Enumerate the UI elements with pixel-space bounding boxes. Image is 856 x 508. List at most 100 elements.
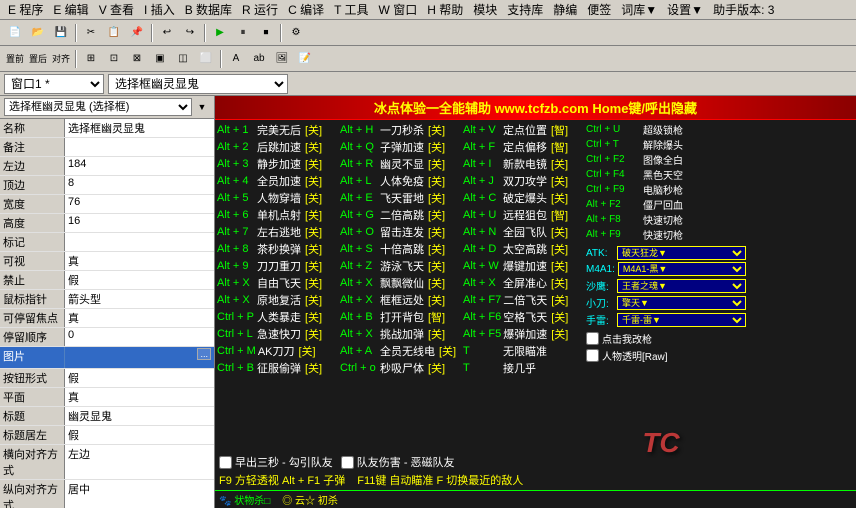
prop-value-0: 选择框幽灵显鬼	[65, 119, 214, 137]
img-browse-btn[interactable]: ...	[197, 348, 211, 360]
menu-silent[interactable]: 静编	[549, 0, 581, 19]
tb2-13[interactable]: 📝	[294, 48, 316, 70]
hotkey-row: Alt + 5人物穿墙[关]	[217, 190, 337, 206]
copy-button[interactable]: 📋	[103, 22, 125, 44]
menu-tag[interactable]: 便签	[583, 0, 615, 19]
prop-label-18: 纵向对齐方式	[0, 480, 65, 508]
tb2-3[interactable]: 对齐	[50, 48, 72, 70]
prop-label-3: 顶边	[0, 176, 65, 194]
side-label-row-0: ATK:破天狂龙▼	[586, 246, 746, 260]
toolbar-1: 📄 📂 💾 ✂ 📋 📌 ↩ ↪ ▶ ⏸ ⏹ ⚙	[0, 20, 856, 46]
stop-button[interactable]: ⏹	[255, 22, 277, 44]
weapon-select-3[interactable]: 擎天▼	[617, 296, 746, 310]
tb2-10[interactable]: A	[225, 48, 247, 70]
menu-help[interactable]: H 帮助	[423, 0, 467, 19]
side-label-row-1: M4A1:M4A1-黑▼	[586, 262, 746, 276]
weapon-select-1[interactable]: M4A1-黑▼	[618, 262, 746, 276]
open-button[interactable]: 📂	[27, 22, 49, 44]
prop-label-11: 停留顺序	[0, 328, 65, 346]
prop-value-5: 16	[65, 214, 214, 232]
prop-value-4: 76	[65, 195, 214, 213]
tb2-8[interactable]: ◫	[172, 48, 194, 70]
extra-button[interactable]: ⚙	[285, 22, 307, 44]
run-button[interactable]: ▶	[209, 22, 231, 44]
prop-row-6: 标记	[0, 233, 214, 252]
hotkey-row: Alt + N全园飞队[关]	[463, 224, 583, 240]
tb2-12[interactable]: 🖼	[271, 48, 293, 70]
hotkey-row: Alt + 6单机点射[关]	[217, 207, 337, 223]
side-checkbox-0[interactable]	[586, 332, 599, 345]
properties-table: 名称选择框幽灵显鬼备注左边184顶边8宽度76高度16标记可视真禁止假鼠标指针箭…	[0, 119, 214, 508]
prop-value-3: 8	[65, 176, 214, 194]
paste-button[interactable]: 📌	[126, 22, 148, 44]
bottom-checkbox-0[interactable]	[219, 456, 232, 469]
prop-label-1: 备注	[0, 138, 65, 156]
bottom-row-hotkeys: F9 方轻透视 Alt + F1 子弹F11键 自动瞄准 F 切换最近的敌人	[219, 472, 852, 488]
tb2-1[interactable]: 置前	[4, 48, 26, 70]
menu-window[interactable]: W 窗口	[375, 0, 422, 19]
menu-tools[interactable]: T 工具	[330, 0, 372, 19]
menu-assistant: 助手版本: 3	[709, 0, 778, 19]
prop-row-3: 顶边8	[0, 176, 214, 195]
hotkey-row: Alt + D太空高跳[关]	[463, 241, 583, 257]
menu-settings[interactable]: 设置▼	[663, 0, 707, 19]
menu-database[interactable]: B 数据库	[181, 0, 236, 19]
tb2-11[interactable]: ab	[248, 48, 270, 70]
prop-row-18: 纵向对齐方式居中	[0, 480, 214, 508]
tb2-2[interactable]: 置后	[27, 48, 49, 70]
hotkey-row: Alt + Q子弹加速[关]	[340, 139, 460, 155]
cut-button[interactable]: ✂	[80, 22, 102, 44]
component-select[interactable]: 选择框幽灵显鬼 (选择框)	[4, 98, 192, 116]
menu-file[interactable]: E 程序	[4, 0, 47, 19]
new-button[interactable]: 📄	[4, 22, 26, 44]
hotkey-row: T无限瞄准	[463, 343, 583, 359]
tb2-7[interactable]: ▣	[149, 48, 171, 70]
prop-row-15: 标题幽灵显鬼	[0, 407, 214, 426]
hotkey-row: Alt + X飘飘微仙[关]	[340, 275, 460, 291]
pause-button[interactable]: ⏸	[232, 22, 254, 44]
ctrl-shortcuts: Ctrl + U超级锁枪Ctrl + T解除爆头Ctrl + F2图像全白Ctr…	[586, 122, 746, 241]
prop-row-11: 停留顺序0	[0, 328, 214, 347]
window-tab-select[interactable]: 窗口1 *	[4, 74, 104, 94]
tb2-4[interactable]: ⊞	[80, 48, 102, 70]
menu-dict[interactable]: 词库▼	[617, 0, 661, 19]
weapon-select-2[interactable]: 王者之魂▼	[617, 279, 746, 293]
redo-button[interactable]: ↪	[179, 22, 201, 44]
tb2-5[interactable]: ⊡	[103, 48, 125, 70]
status-item-2: ◎ 云☆ 初杀	[282, 492, 338, 507]
weapon-select-0[interactable]: 破天狂龙▼	[617, 246, 746, 260]
prop-label-0: 名称	[0, 119, 65, 137]
menu-edit[interactable]: E 编辑	[49, 0, 92, 19]
prop-value-1	[65, 138, 214, 156]
hotkey-row: Alt + 4全员加速[关]	[217, 173, 337, 189]
side-dropdowns: ATK:破天狂龙▼M4A1:M4A1-黑▼沙鹰:王者之魂▼小刀:擎天▼手雷:千雷…	[586, 246, 746, 327]
menu-compile[interactable]: C 编译	[284, 0, 328, 19]
dropdown-btn[interactable]: ▼	[194, 99, 210, 115]
prop-row-9: 鼠标指针箭头型	[0, 290, 214, 309]
bottom-checkbox-1[interactable]	[341, 456, 354, 469]
menu-view[interactable]: V 查看	[95, 0, 138, 19]
hotkey-row: Alt + G二倍高跳[关]	[340, 207, 460, 223]
undo-button[interactable]: ↩	[156, 22, 178, 44]
tb2-6[interactable]: ⊠	[126, 48, 148, 70]
ctrl-row-6: Alt + F8快速切枪	[586, 212, 746, 226]
tab-bar: 窗口1 * 选择框幽灵显鬼	[0, 72, 856, 96]
bottom-row-checkboxes: 早出三秒 - 勾引队友队友伤害 - 恶磁队友	[219, 454, 852, 470]
selector-tab-select[interactable]: 选择框幽灵显鬼	[108, 74, 288, 94]
hotkey-col-2: Alt + H一刀秒杀[关]Alt + Q子弹加速[关]Alt + R幽灵不显[…	[340, 122, 460, 490]
side-checkbox-1[interactable]	[586, 349, 599, 362]
side-label-row-2: 沙鹰:王者之魂▼	[586, 278, 746, 293]
sep-3	[204, 24, 206, 42]
weapon-select-4[interactable]: 千雷-雷▼	[617, 313, 746, 327]
hotkey-row: Ctrl + B征服偷弹[关]	[217, 360, 337, 376]
menu-support[interactable]: 支持库	[503, 0, 547, 19]
menu-insert[interactable]: I 插入	[140, 0, 179, 19]
ctrl-row-3: Ctrl + F4黑色天空	[586, 167, 746, 181]
save-button[interactable]: 💾	[50, 22, 72, 44]
menu-run[interactable]: R 运行	[238, 0, 282, 19]
tb2-9[interactable]: ⬜	[195, 48, 217, 70]
menu-module[interactable]: 模块	[469, 0, 501, 19]
hotkey-row: Ctrl + P人类暴走[关]	[217, 309, 337, 325]
prop-row-12[interactable]: 图片 ...	[0, 347, 214, 369]
prop-value-9: 箭头型	[65, 290, 214, 308]
